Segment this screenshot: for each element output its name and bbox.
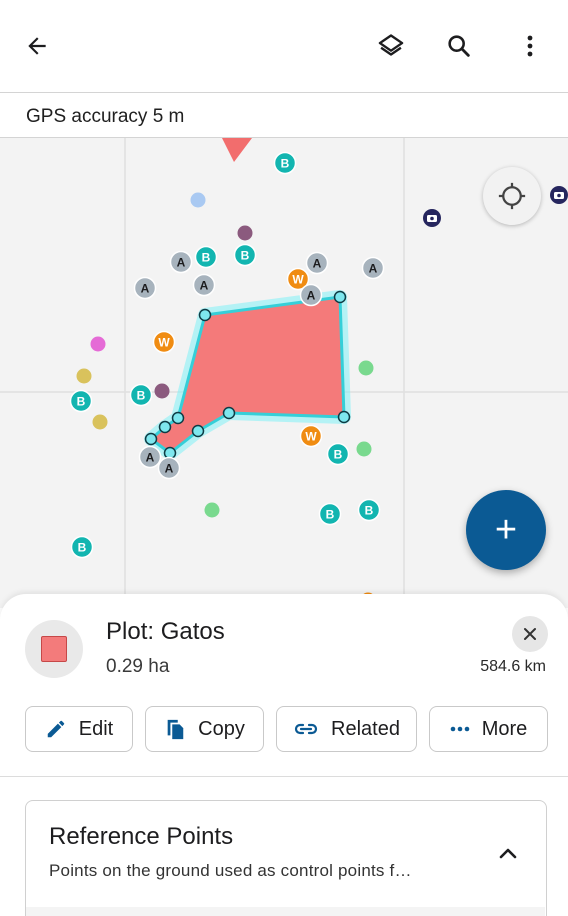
plot-title: Plot: Gatos <box>106 618 225 645</box>
divider <box>0 776 568 777</box>
map-point <box>92 414 108 430</box>
search-icon[interactable] <box>439 26 479 66</box>
map-point <box>154 383 170 399</box>
map-marker-label: B <box>202 251 211 265</box>
close-icon <box>524 628 536 640</box>
map-marker-label: B <box>326 508 335 522</box>
map-point <box>90 336 106 352</box>
map-marker-label: A <box>146 451 155 465</box>
map-marker-label: W <box>292 273 304 287</box>
map-marker-a[interactable]: A <box>361 256 385 280</box>
reference-points-card[interactable]: Reference Points Points on the ground us… <box>25 800 547 916</box>
map-point <box>356 441 372 457</box>
plot-bottom-sheet: Plot: Gatos 0.29 ha 584.6 km Edit Copy R… <box>0 594 568 916</box>
map-point <box>358 360 374 376</box>
pencil-icon <box>47 720 65 738</box>
plot-area: 0.29 ha <box>106 656 170 677</box>
close-button[interactable] <box>512 616 548 652</box>
map-marker-a[interactable]: A <box>157 456 181 480</box>
reference-points-subtitle: Points on the ground used as control poi… <box>49 861 412 880</box>
copy-button[interactable]: Copy <box>145 706 264 752</box>
map-point <box>190 192 206 208</box>
camera-marker <box>550 186 568 204</box>
plot-swatch-icon <box>41 636 67 662</box>
map-marker-a[interactable]: A <box>169 250 193 274</box>
map-marker-label: W <box>305 430 317 444</box>
camera-marker <box>423 209 441 227</box>
map-marker-label: B <box>334 448 343 462</box>
add-button[interactable]: + <box>466 490 546 570</box>
map-marker-b[interactable]: B <box>318 502 342 526</box>
map-marker-label: W <box>158 336 170 350</box>
map-marker-b[interactable]: B <box>326 442 350 466</box>
arrow-left-icon[interactable] <box>17 26 57 66</box>
chevron-up-icon[interactable] <box>494 839 522 867</box>
map-marker-a[interactable]: A <box>305 251 329 275</box>
copy-button-label: Copy <box>198 717 245 740</box>
app-bar <box>0 0 568 92</box>
map-marker-w[interactable]: W <box>152 330 176 354</box>
map-point <box>204 502 220 518</box>
map-marker-b[interactable]: B <box>194 245 218 269</box>
related-button[interactable]: Related <box>276 706 417 752</box>
map-marker-w[interactable]: W <box>299 424 323 448</box>
layers-icon[interactable] <box>371 26 411 66</box>
add-icon: + <box>494 508 518 551</box>
gps-accuracy-bar: GPS accuracy 5 m <box>0 92 568 138</box>
reference-points-list <box>26 907 545 916</box>
map-marker-b[interactable]: B <box>129 383 153 407</box>
map-marker-a[interactable]: A <box>138 445 162 469</box>
map-marker-a[interactable]: A <box>299 283 323 307</box>
more-vertical-icon[interactable] <box>510 26 550 66</box>
edit-button-label: Edit <box>78 717 114 740</box>
more-horizontal-icon <box>450 726 470 732</box>
map-marker-b[interactable]: B <box>70 535 94 559</box>
map-marker-label: B <box>77 395 86 409</box>
map-marker-label: B <box>241 249 250 263</box>
map-marker-label: A <box>313 257 322 271</box>
reference-points-title: Reference Points <box>49 823 234 850</box>
map-marker-b[interactable]: B <box>233 243 257 267</box>
gps-accuracy-text: GPS accuracy 5 m <box>26 106 185 127</box>
crosshair-icon <box>498 182 526 210</box>
edit-button[interactable]: Edit <box>25 706 133 752</box>
more-button[interactable]: More <box>429 706 548 752</box>
map-marker-label: A <box>141 282 150 296</box>
map-marker-b[interactable]: B <box>69 389 93 413</box>
related-button-label: Related <box>331 717 400 740</box>
action-row: Edit Copy Related More <box>0 706 568 752</box>
map-feature-triangle <box>222 138 252 162</box>
map-marker-b[interactable]: B <box>273 151 297 175</box>
map-marker-a[interactable]: A <box>133 276 157 300</box>
copy-icon <box>167 719 184 740</box>
map-marker-label: B <box>281 157 290 171</box>
distance-label: 584.6 km <box>480 658 546 675</box>
link-icon <box>294 723 318 735</box>
more-button-label: More <box>481 717 528 740</box>
map-marker-label: A <box>369 262 378 276</box>
map-marker-label: A <box>165 462 174 476</box>
map-marker-label: A <box>307 289 316 303</box>
map-marker-label: B <box>365 504 374 518</box>
map-point <box>76 368 92 384</box>
map-marker-label: B <box>137 389 146 403</box>
locate-button[interactable] <box>483 167 541 225</box>
plot-avatar <box>25 620 83 678</box>
map-marker-label: A <box>177 256 186 270</box>
map-marker-a[interactable]: A <box>192 273 216 297</box>
map-marker-label: A <box>200 279 209 293</box>
map-marker-b[interactable]: B <box>357 498 381 522</box>
map-marker-label: B <box>78 541 87 555</box>
map-point <box>237 225 253 241</box>
